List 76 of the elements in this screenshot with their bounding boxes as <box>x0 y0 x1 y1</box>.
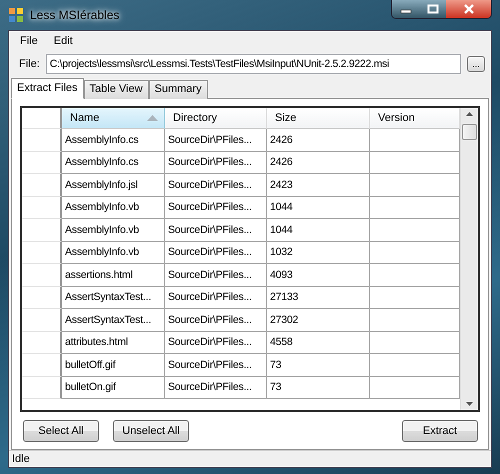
table-cell: SourceDir\PFiles... <box>165 152 267 174</box>
scroll-thumb[interactable] <box>462 124 477 140</box>
row-header[interactable] <box>22 286 62 309</box>
menu-item[interactable]: File <box>19 35 39 47</box>
menu-item[interactable]: Edit <box>52 35 74 47</box>
extract-button[interactable]: Extract <box>402 420 478 442</box>
table-cell: 27133 <box>267 286 370 309</box>
table-cell: assertions.html <box>62 264 165 286</box>
scroll-down-icon[interactable] <box>466 402 473 406</box>
table-cell: 1044 <box>267 196 370 219</box>
file-label: File: <box>19 58 40 70</box>
row-header[interactable] <box>22 152 62 174</box>
tab[interactable]: Extract Files <box>11 78 84 99</box>
table-cell: SourceDir\PFiles... <box>165 332 267 354</box>
close-icon <box>462 4 474 14</box>
table-cell: SourceDir\PFiles... <box>165 129 267 152</box>
table-cell: 73 <box>267 376 370 399</box>
maximize-button[interactable] <box>419 0 446 18</box>
browse-button[interactable]: ... <box>467 56 485 72</box>
row-header[interactable] <box>22 196 62 219</box>
file-path-field[interactable]: C:\projects\lessmsi\src\Lessmsi.Tests\TestFiles\MsiInput\NUnit-2.5.2.9222.msi <box>46 54 461 74</box>
table-cell: AssemblyInfo.cs <box>62 129 165 152</box>
table-cell: AssertSyntaxTest... <box>62 309 165 332</box>
table-cell: 73 <box>267 354 370 376</box>
table-cell: AssertSyntaxTest... <box>62 286 165 309</box>
tab[interactable]: Summary <box>148 80 208 99</box>
minimize-button[interactable] <box>392 0 419 18</box>
column-header[interactable]: Name <box>62 108 165 129</box>
column-header[interactable]: Directory <box>165 108 267 129</box>
status-text: Idle <box>12 453 30 465</box>
row-header[interactable] <box>22 129 62 152</box>
table-cell: 2423 <box>267 174 370 196</box>
row-header[interactable] <box>22 264 62 286</box>
row-header[interactable] <box>22 354 62 376</box>
row-header[interactable] <box>22 309 62 332</box>
select-all-button[interactable]: Select All <box>23 420 99 442</box>
table-cell: 2426 <box>267 152 370 174</box>
sort-arrow-icon <box>147 115 158 121</box>
table-cell: SourceDir\PFiles... <box>165 219 267 242</box>
window-title: Less MSIérables <box>30 8 120 22</box>
table-cell: AssemblyInfo.cs <box>62 152 165 174</box>
unselect-all-button[interactable]: Unselect All <box>113 420 189 442</box>
row-header[interactable] <box>22 332 62 354</box>
table-cell: SourceDir\PFiles... <box>165 174 267 196</box>
table-cell: 4093 <box>267 264 370 286</box>
column-header[interactable]: Size <box>267 108 370 129</box>
table-cell: SourceDir\PFiles... <box>165 309 267 332</box>
table-cell: 1032 <box>267 242 370 264</box>
row-header[interactable] <box>22 174 62 196</box>
table-cell: bulletOn.gif <box>62 376 165 399</box>
table-cell: SourceDir\PFiles... <box>165 264 267 286</box>
table-cell: 4558 <box>267 332 370 354</box>
table-cell: bulletOff.gif <box>62 354 165 376</box>
table-cell: AssemblyInfo.vb <box>62 242 165 264</box>
table-cell: 27302 <box>267 309 370 332</box>
table-cell: AssemblyInfo.vb <box>62 219 165 242</box>
close-button[interactable] <box>446 0 491 18</box>
table-cell: SourceDir\PFiles... <box>165 242 267 264</box>
table-cell: SourceDir\PFiles... <box>165 196 267 219</box>
maximize-icon <box>426 4 438 14</box>
table-cell: 1044 <box>267 219 370 242</box>
row-header[interactable] <box>22 242 62 264</box>
tab[interactable]: Table View <box>84 80 149 99</box>
table-cell: 2426 <box>267 129 370 152</box>
scroll-up-icon[interactable] <box>466 112 473 116</box>
row-header[interactable] <box>22 219 62 242</box>
table-cell: attributes.html <box>62 332 165 354</box>
table-cell: AssemblyInfo.jsl <box>62 174 165 196</box>
column-header[interactable]: Version <box>370 108 460 129</box>
app-icon <box>8 7 24 23</box>
row-header[interactable] <box>22 376 62 399</box>
table-cell: AssemblyInfo.vb <box>62 196 165 219</box>
vertical-scrollbar[interactable] <box>460 108 478 410</box>
table-cell: SourceDir\PFiles... <box>165 376 267 399</box>
table-cell: SourceDir\PFiles... <box>165 286 267 309</box>
table-cell: SourceDir\PFiles... <box>165 354 267 376</box>
